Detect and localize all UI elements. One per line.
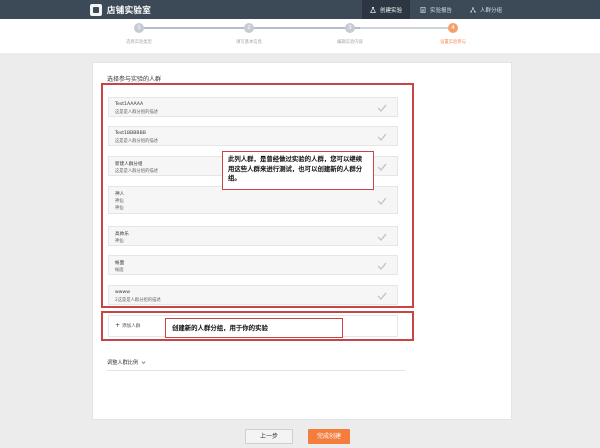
step-3-label: 编辑实验内容: [337, 40, 363, 45]
step-4-marker: 4: [448, 23, 458, 33]
previous-step-button[interactable]: 上一步: [245, 429, 293, 444]
step-1-marker: 1: [134, 23, 144, 33]
step-4-label: 设置实验参与: [440, 40, 466, 45]
shop-logo-icon: [90, 3, 102, 16]
step-progress: 1 选择实验类型 2 填写基本信息 3 编辑实验内容 4 设置实验参与: [0, 19, 600, 53]
section-divider: [107, 370, 405, 371]
chevron-down-icon: [141, 360, 146, 365]
brand[interactable]: 店铺实验室: [90, 3, 151, 16]
nav-label: 人群分组: [480, 7, 503, 14]
nav-experiment-report[interactable]: 实验报告: [412, 0, 460, 19]
step-3-marker: 3: [345, 23, 355, 33]
step-2-marker: 2: [244, 23, 254, 33]
adjust-ratio-toggle[interactable]: 调整人群比例: [107, 359, 146, 366]
nav-audience-groups[interactable]: 人群分组: [462, 0, 510, 19]
nav-label: 创建实验: [380, 7, 403, 14]
annotation-callout-existing-groups: 此列人群，是曾经做过实验的人群，您可以继续用这些人群来进行测试，也可以创建新的人…: [222, 151, 374, 190]
step-1-label: 选择实验类型: [126, 40, 152, 45]
adjust-ratio-label: 调整人群比例: [107, 360, 139, 366]
nav-label: 实验报告: [430, 7, 453, 14]
annotation-frame-audience-list: [101, 83, 414, 308]
flask-icon: [370, 6, 376, 13]
app-title: 店铺实验室: [107, 5, 152, 16]
step-2-label: 填写基本信息: [236, 40, 262, 45]
top-navigation-bar: 店铺实验室 创建实验 实验报告 人群分组: [0, 0, 600, 19]
finish-create-button[interactable]: 完成创建: [308, 429, 350, 444]
section-title: 选择参与实验的人群: [107, 76, 162, 83]
annotation-callout-new-group: 创建新的人群分组，用于你的实验: [165, 318, 343, 338]
report-icon: [420, 6, 426, 13]
nav-create-experiment[interactable]: 创建实验: [362, 0, 411, 19]
step-connector: [360, 27, 450, 29]
group-icon: [470, 6, 476, 13]
